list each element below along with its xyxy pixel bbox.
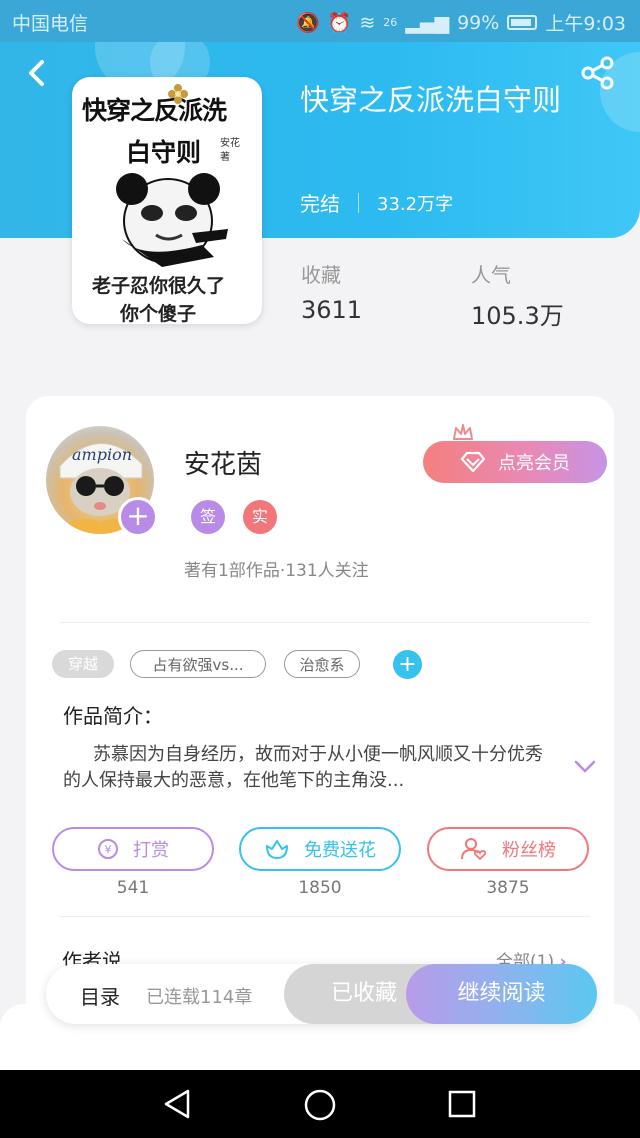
- divider: [358, 192, 359, 213]
- svg-text:ampion: ampion: [72, 445, 132, 464]
- cover-caption-line1: 老子忍你很久了: [92, 275, 226, 297]
- back-arrow-icon[interactable]: [22, 58, 52, 88]
- cover-caption-line2: 你个傻子: [120, 303, 197, 324]
- toc-button[interactable]: 目录: [80, 981, 120, 1010]
- status-bar: 中国电信 🔕 ⏰ ≋ 26 ▂▄▆ 99% 上午9:03: [0, 0, 640, 42]
- continue-reading-button[interactable]: 继续阅读: [406, 964, 597, 1024]
- vip-button[interactable]: 点亮会员: [423, 441, 607, 483]
- fan-ranking-button[interactable]: 粉丝榜: [427, 827, 589, 871]
- book-status-line: 完结 33.2万字: [300, 188, 453, 217]
- svg-text:¥: ¥: [105, 843, 112, 856]
- send-flower-button[interactable]: 免费送花: [239, 827, 401, 871]
- network-label: 26: [383, 16, 398, 29]
- vip-button-label: 点亮会员: [498, 453, 570, 474]
- divider: [60, 916, 590, 917]
- cover-title-line2: 白守则: [126, 138, 202, 167]
- tag-possessive[interactable]: 占有欲强vs...: [130, 650, 266, 678]
- serial-chapters: 已连载114章: [146, 987, 253, 1008]
- collect-label: 收藏: [301, 263, 341, 287]
- cover-author: 安花 著: [220, 138, 240, 163]
- carrier-label: 中国电信: [12, 13, 89, 35]
- verified-badge: 实: [243, 500, 277, 534]
- author-name[interactable]: 安花茵: [184, 444, 262, 481]
- tip-count: 541: [116, 878, 150, 898]
- signal-icon: ▂▄▆: [405, 11, 450, 34]
- tag-chuanyue[interactable]: 穿越: [52, 650, 114, 678]
- alarm-icon: ⏰: [327, 12, 352, 34]
- nav-home-icon[interactable]: [303, 1088, 337, 1122]
- diamond-icon: [460, 451, 486, 473]
- mute-icon: 🔕: [295, 12, 320, 34]
- book-cover[interactable]: 快穿之反派洗 白守则 安花 著 老子忍你很久了 你个傻子: [72, 77, 262, 324]
- tip-button[interactable]: ¥ 打赏: [52, 827, 214, 871]
- flower-count: 1850: [298, 878, 342, 898]
- nav-back-icon[interactable]: [160, 1088, 196, 1120]
- system-nav-bar: [0, 1070, 640, 1138]
- flower-icon: [266, 840, 288, 859]
- intro-text-content: 苏慕因为自身经历，故而对于从小便一帆风顺又十分优秀的人保持最大的恶意，在他笔下的…: [63, 744, 543, 791]
- book-status: 完结: [300, 192, 340, 216]
- wifi-icon: ≋: [359, 11, 376, 34]
- add-tag-button[interactable]: +: [393, 650, 422, 679]
- divider: [60, 622, 590, 623]
- cover-title-line1: 快穿之反派洗: [82, 96, 227, 125]
- flower-decor-icon: [168, 84, 188, 104]
- clock: 上午9:03: [545, 13, 626, 35]
- intro-text[interactable]: 苏慕因为自身经历，故而对于从小便一帆风顺又十分优秀的人保持最大的恶意，在他笔下的…: [63, 742, 553, 794]
- book-title: 快穿之反派洗白守则: [300, 83, 562, 117]
- nav-recents-icon[interactable]: [447, 1089, 477, 1119]
- coin-icon: ¥: [98, 839, 118, 859]
- popularity-label: 人气: [471, 263, 511, 287]
- send-flower-label: 免费送花: [304, 840, 376, 861]
- author-meta: 著有1部作品·131人关注: [184, 561, 369, 581]
- battery-percent: 99%: [457, 11, 500, 34]
- crown-icon: [453, 424, 473, 440]
- status-icons: 🔕 ⏰ ≋ 26 ▂▄▆ 99% 上午9:03: [296, 9, 626, 36]
- fan-ranking-icon: [461, 838, 487, 861]
- signed-badge: 签: [191, 500, 225, 534]
- tag-healing[interactable]: 治愈系: [284, 650, 360, 678]
- expand-chevron-icon[interactable]: [574, 760, 596, 774]
- popularity-count: 105.3万: [471, 302, 564, 330]
- book-word-count: 33.2万字: [377, 193, 454, 215]
- tip-label: 打赏: [133, 840, 169, 861]
- fan-count: 3875: [486, 878, 530, 898]
- intro-heading: 作品简介：: [63, 704, 163, 728]
- fan-ranking-label: 粉丝榜: [502, 840, 556, 861]
- follow-plus-button[interactable]: +: [118, 497, 158, 537]
- collect-count: 3611: [301, 296, 363, 324]
- battery-icon: [507, 15, 538, 30]
- panda-meme-image: [116, 173, 228, 267]
